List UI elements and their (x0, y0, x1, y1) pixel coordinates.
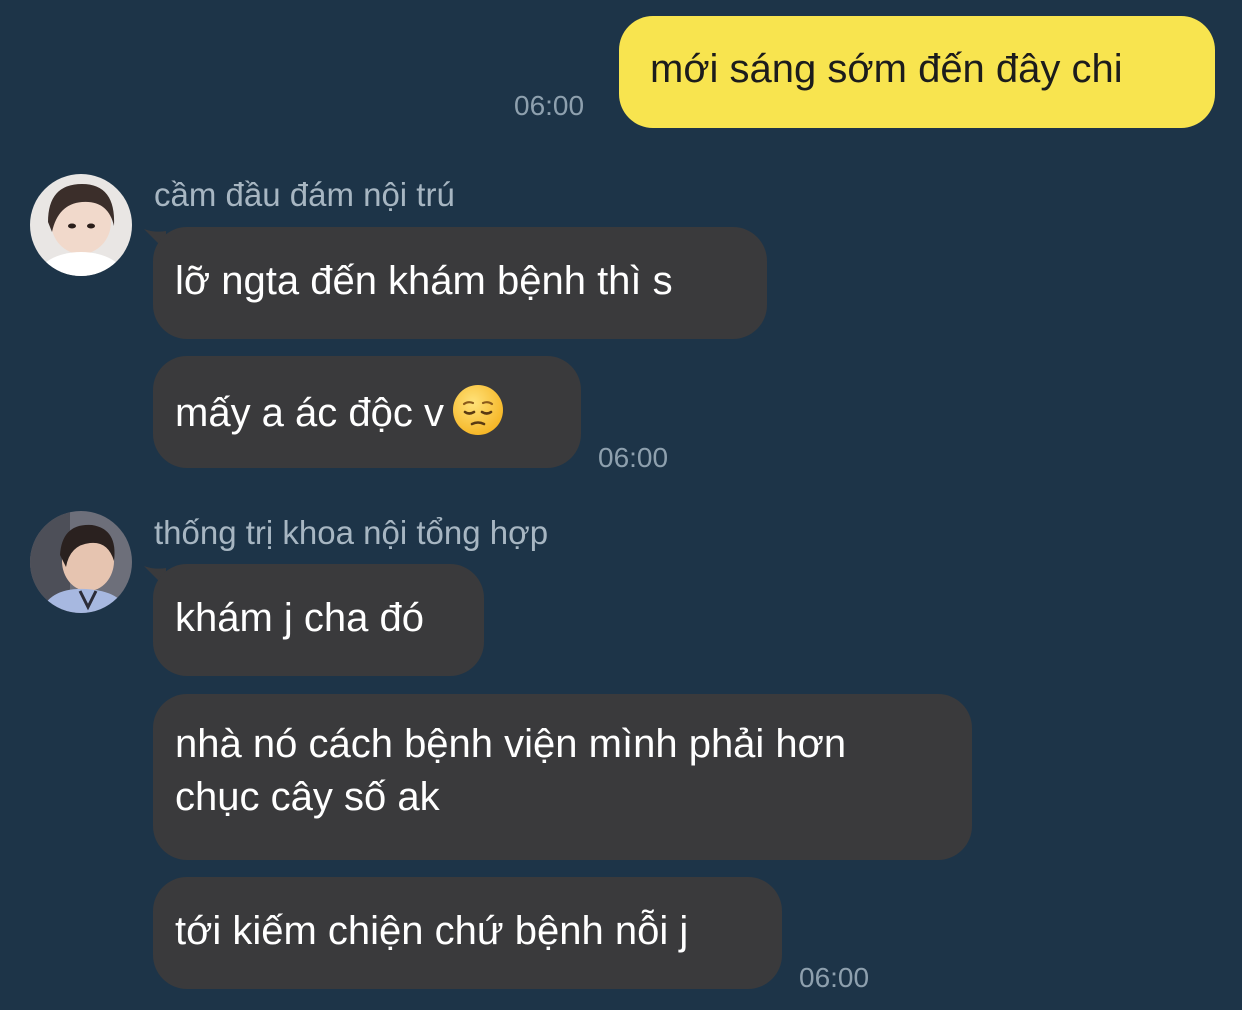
sender-avatar[interactable] (30, 174, 132, 276)
incoming-message-bubble[interactable]: nhà nó cách bệnh viện mình phải hơn chục… (153, 694, 972, 860)
message-timestamp: 06:00 (598, 442, 669, 473)
message-text: mới sáng sớm đến đây chi (650, 47, 1123, 91)
message-text: mấy a ác độc v (175, 391, 445, 435)
message-text: lỡ ngta đến khám bệnh thì s (175, 259, 673, 303)
pensive-face-emoji-icon (453, 385, 504, 435)
sender-avatar[interactable] (30, 511, 132, 613)
message-text: khám j cha đó (175, 596, 425, 640)
outgoing-message-bubble[interactable]: mới sáng sớm đến đây chi (619, 16, 1215, 128)
message-timestamp: 06:00 (514, 90, 585, 121)
incoming-message-bubble[interactable]: lỡ ngta đến khám bệnh thì s (153, 227, 767, 339)
message-text-line: chục cây số ak (175, 775, 440, 819)
sender-name: cầm đầu đám nội trú (154, 176, 455, 213)
avatar-photo-icon (30, 174, 132, 276)
sender-name: thống trị khoa nội tổng hợp (154, 514, 549, 551)
message-text: tới kiếm chiện chứ bệnh nỗi j (175, 909, 689, 953)
avatar-photo-icon (30, 511, 132, 613)
incoming-message-bubble[interactable]: khám j cha đó (153, 564, 484, 676)
message-text-line: nhà nó cách bệnh viện mình phải hơn (175, 722, 847, 766)
incoming-message-bubble[interactable]: mấy a ác độc v (153, 356, 581, 468)
incoming-message-bubble[interactable]: tới kiếm chiện chứ bệnh nỗi j (153, 877, 782, 989)
message-timestamp: 06:00 (799, 962, 870, 993)
